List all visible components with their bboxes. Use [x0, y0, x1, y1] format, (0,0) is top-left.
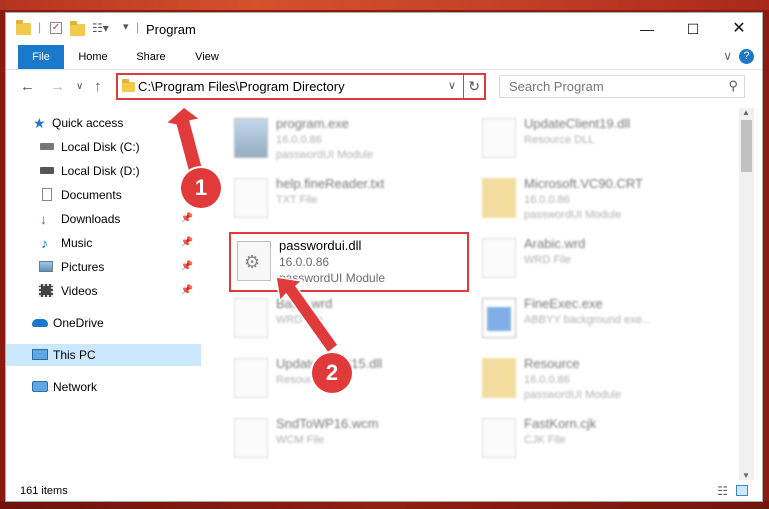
- desktop-background-bottom: [0, 501, 769, 509]
- callout-badge-2: 2: [312, 353, 352, 393]
- callout-badge-1: 1: [181, 168, 221, 208]
- arrow-2: [275, 276, 340, 355]
- explorer-window: | ✓ ☷▾ ▾ | Program — ☐ ✕ File Home Share…: [5, 12, 763, 502]
- desktop-background-top: [0, 0, 769, 10]
- annotation-arrows: [164, 106, 340, 355]
